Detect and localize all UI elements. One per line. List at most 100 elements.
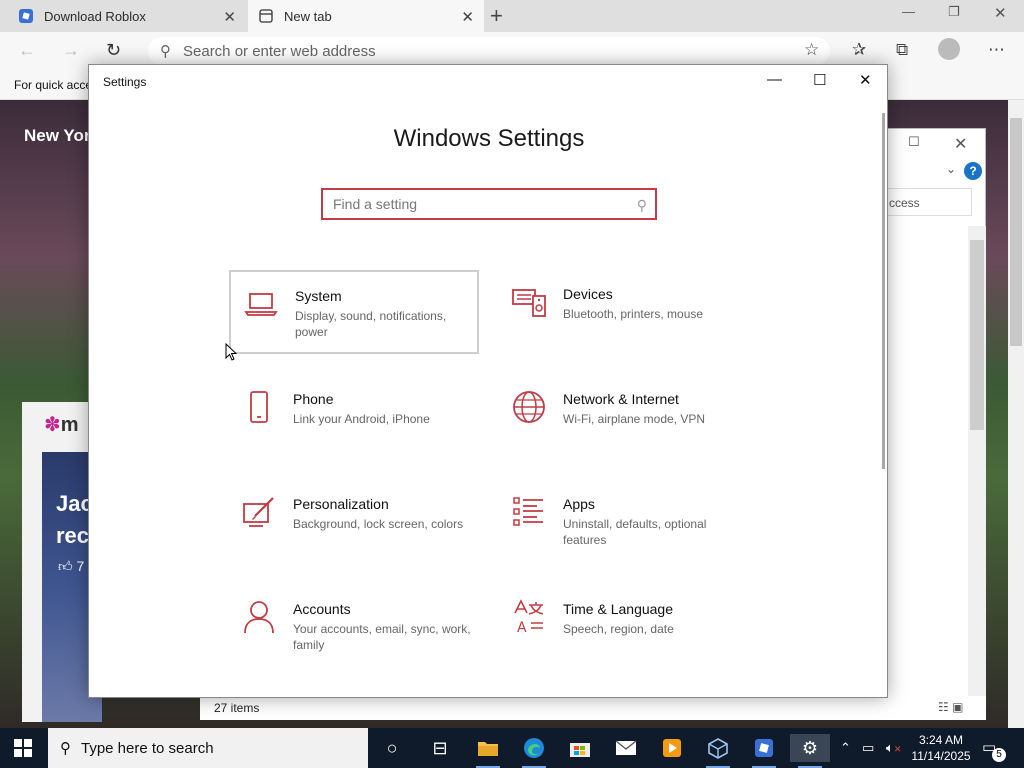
category-name: System — [295, 288, 342, 304]
svg-text:A: A — [517, 620, 527, 635]
category-description: Speech, region, date — [563, 622, 674, 636]
favorites-list-icon[interactable]: ✰ — [852, 40, 866, 60]
browser-tab-bar: Download Roblox ✕ New tab ✕ + — ❐ ✕ — [0, 0, 1024, 32]
virtualbox-icon[interactable] — [698, 734, 738, 768]
microsoft-store-icon[interactable] — [560, 734, 600, 762]
edge-browser-icon[interactable] — [514, 734, 554, 768]
close-icon[interactable]: ✕ — [859, 71, 872, 89]
profile-avatar-icon[interactable] — [938, 38, 960, 60]
settings-scrollbar[interactable] — [882, 113, 885, 469]
search-icon: ⚲ — [160, 43, 171, 60]
close-tab-icon[interactable]: ✕ — [223, 8, 236, 26]
roblox-favicon-icon — [18, 8, 34, 24]
time-language-icon: A — [511, 599, 547, 636]
explorer-status-bar: 27 items — [200, 696, 986, 720]
favorites-bar-text: For quick acce — [14, 78, 93, 92]
show-hidden-icons-icon[interactable]: ⌃ — [840, 740, 851, 756]
clock-date: 11/14/2025 — [911, 749, 971, 763]
explorer-close-icon[interactable]: ✕ — [954, 134, 967, 154]
favorite-star-icon[interactable]: ☆ — [804, 40, 819, 60]
address-bar[interactable]: ⚲ Search or enter web address — [148, 37, 830, 65]
address-placeholder: Search or enter web address — [183, 42, 376, 60]
category-description: Background, lock screen, colors — [293, 517, 464, 531]
tab-title: Download Roblox — [44, 8, 146, 24]
browser-close-icon[interactable]: ✕ — [994, 4, 1007, 22]
tab-new-tab[interactable]: New tab ✕ — [248, 0, 484, 32]
settings-window-title: Settings — [103, 75, 147, 89]
keyboard-speaker-icon — [511, 284, 547, 320]
category-devices[interactable]: Devices Bluetooth, printers, mouse — [499, 270, 749, 354]
browser-restore-icon[interactable]: ❐ — [948, 4, 960, 20]
category-name: Personalization — [293, 496, 389, 512]
search-placeholder: Find a setting — [333, 196, 418, 212]
category-description: Link your Android, iPhone — [293, 412, 430, 426]
mail-icon[interactable] — [606, 734, 646, 762]
close-tab-icon[interactable]: ✕ — [461, 8, 474, 26]
category-description: Uninstall, defaults, optional features — [563, 517, 707, 547]
clock-time: 3:24 AM — [918, 733, 964, 747]
collections-icon[interactable]: ⧉ — [896, 40, 908, 60]
taskbar: ⚲ Type here to search ○ ⊟ ⚙ ⌃ ▭ 🔈︎✕ 3:24… — [0, 728, 1024, 768]
explorer-scroll-thumb[interactable] — [970, 240, 984, 430]
page-title: Windows Settings — [393, 125, 585, 152]
new-tab-plus-icon[interactable]: + — [490, 3, 503, 29]
cortana-icon[interactable]: ○ — [372, 734, 412, 762]
windows-start-icon[interactable] — [14, 739, 32, 762]
explorer-maximize-icon[interactable]: ☐ — [908, 134, 920, 150]
laptop-icon — [243, 286, 279, 322]
more-options-icon[interactable]: ⋯ — [988, 40, 1005, 60]
media-player-icon[interactable] — [652, 734, 692, 762]
category-description: Your accounts, email, sync, work, family — [293, 622, 471, 652]
forward-arrow-icon[interactable]: → — [62, 40, 80, 61]
taskbar-search-placeholder: Type here to search — [81, 739, 214, 757]
phone-icon — [241, 389, 277, 425]
settings-gear-icon[interactable]: ⚙ — [790, 734, 830, 768]
mouse-cursor-icon — [225, 343, 237, 361]
task-view-icon[interactable]: ⊟ — [420, 734, 460, 762]
category-name: Time & Language — [563, 601, 673, 617]
taskbar-search-box[interactable]: ⚲ Type here to search — [48, 728, 368, 768]
refresh-icon[interactable]: ↻ — [106, 40, 121, 61]
news-card-likes[interactable]: 👍︎ 7 — [58, 558, 84, 575]
network-status-icon[interactable]: ▭ — [862, 740, 874, 756]
tab-title: New tab — [284, 8, 332, 24]
find-setting-input[interactable]: Find a setting ⚲ — [321, 188, 657, 220]
category-personalization[interactable]: Personalization Background, lock screen,… — [229, 480, 479, 564]
notification-badge: 5 — [992, 748, 1006, 762]
category-name: Apps — [563, 496, 595, 512]
person-icon — [241, 599, 277, 635]
category-description: Display, sound, notifications, power — [295, 309, 447, 339]
category-name: Devices — [563, 286, 613, 302]
explorer-search-box[interactable]: ccess — [880, 188, 972, 216]
category-name: Phone — [293, 391, 334, 407]
paint-icon — [241, 494, 277, 530]
category-name: Accounts — [293, 601, 351, 617]
minimize-icon[interactable]: — — [767, 71, 782, 88]
category-apps[interactable]: Apps Uninstall, defaults, optional featu… — [499, 480, 749, 564]
category-time-language[interactable]: A Time & Language Speech, region, date — [499, 585, 749, 669]
globe-icon — [511, 389, 547, 425]
new-tab-page-icon — [258, 8, 274, 24]
search-icon: ⚲ — [60, 740, 71, 757]
browser-scroll-thumb[interactable] — [1010, 118, 1022, 346]
category-description: Wi-Fi, airplane mode, VPN — [563, 412, 706, 426]
help-icon[interactable]: ? — [964, 162, 982, 180]
roblox-taskbar-icon[interactable] — [744, 734, 784, 768]
file-explorer-taskbar-icon[interactable] — [468, 734, 508, 768]
apps-list-icon — [511, 494, 547, 530]
chevron-down-icon[interactable]: ⌄ — [946, 162, 956, 176]
browser-minimize-icon[interactable]: — — [902, 4, 915, 19]
category-system[interactable]: System Display, sound, notifications, po… — [229, 270, 479, 354]
news-card-logo: ✽m — [44, 414, 79, 436]
back-arrow-icon[interactable]: ← — [18, 40, 36, 61]
category-name: Network & Internet — [563, 391, 679, 407]
settings-window: Settings — ☐ ✕ Windows Settings Find a s… — [88, 64, 888, 698]
volume-muted-icon[interactable]: 🔈︎✕ — [886, 740, 901, 756]
category-accounts[interactable]: Accounts Your accounts, email, sync, wor… — [229, 585, 479, 669]
category-phone[interactable]: Phone Link your Android, iPhone — [229, 375, 479, 459]
view-toggle-icon[interactable]: ☷ ▣ — [938, 700, 963, 714]
system-clock[interactable]: 3:24 AM 11/14/2025 — [910, 732, 972, 764]
tab-download-roblox[interactable]: Download Roblox ✕ — [0, 0, 246, 32]
maximize-icon[interactable]: ☐ — [813, 71, 826, 89]
category-network-internet[interactable]: Network & Internet Wi-Fi, airplane mode,… — [499, 375, 749, 459]
